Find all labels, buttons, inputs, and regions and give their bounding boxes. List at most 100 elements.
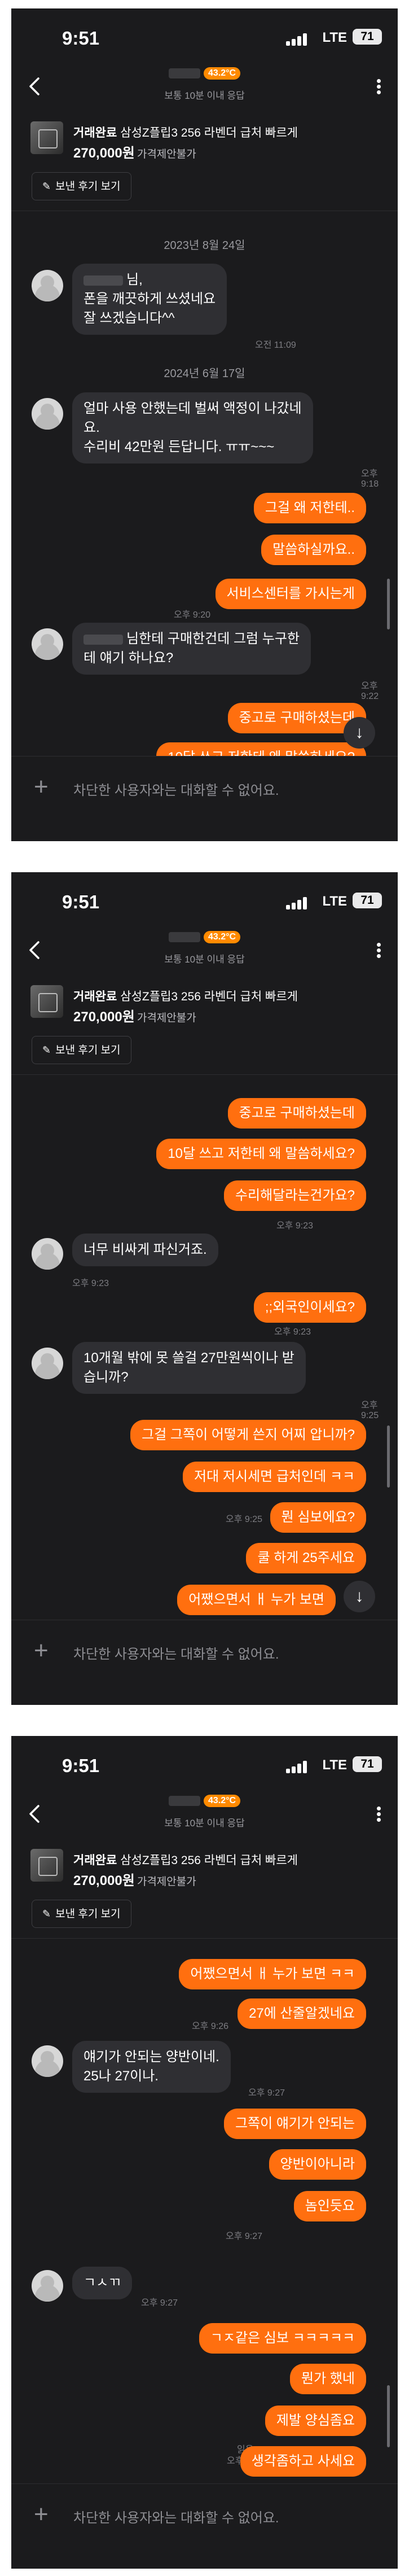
battery-icon: 71 (353, 29, 382, 45)
avatar[interactable] (32, 2270, 63, 2302)
date-divider: 2023년 8월 24일 (164, 239, 245, 252)
signal-icon (286, 33, 309, 46)
message-time: 오후 9:27 (141, 2298, 178, 2308)
scrollbar[interactable] (387, 1425, 390, 1488)
outgoing-message: 27에 산줄알겠네요 (238, 1998, 366, 2029)
outgoing-message: 중고로 구매하셨는데 (227, 1098, 366, 1129)
peer-name[interactable]: 43.2°C (11, 67, 398, 80)
incoming-message: 너무 비싸게 파신거죠. (72, 1234, 218, 1266)
view-review-button[interactable]: ✎ 보낸 후기 보기 (32, 1036, 131, 1064)
plus-icon[interactable]: + (34, 775, 49, 799)
signal-icon (286, 1761, 309, 1773)
outgoing-message: 그걸 그쪽이 어떻게 쓴지 어찌 압니까? (130, 1420, 366, 1450)
incoming-message: 님, 폰을 깨끗하게 쓰셨네요 잘 쓰겠습니다^^ (72, 264, 227, 335)
scroll-down-button[interactable]: ↓ (344, 1581, 375, 1612)
product-title: 삼성Z플립3 256 라벤더 급처 빠르게 (120, 1854, 298, 1867)
outgoing-message: 어쨌으면서 ㅐ 누가 보면 (177, 1585, 336, 1615)
message-time: 오후 9:25 (361, 1401, 379, 1420)
signal-icon (286, 897, 309, 909)
network-type: LTE (322, 1757, 347, 1773)
avatar[interactable] (32, 1238, 63, 1270)
outgoing-message: 그쪽이 얘기가 안되는 (223, 2109, 366, 2139)
peer-name[interactable]: 43.2°C (11, 931, 398, 943)
network-type: LTE (322, 894, 347, 909)
network-type: LTE (322, 30, 347, 45)
trade-status: 거래완료 (73, 126, 117, 139)
incoming-message: ㄱㅅㄲ (72, 2267, 133, 2299)
arrow-down-icon: ↓ (355, 723, 364, 742)
view-review-button[interactable]: ✎ 보낸 후기 보기 (32, 1900, 131, 1928)
clock: 9:51 (62, 28, 100, 49)
product-card[interactable]: 거래완료 삼성Z플립3 256 라벤더 급처 빠르게 270,000원 가격제안불가 (11, 1847, 398, 1893)
incoming-message: 님한테 구매한건데 그럼 누구한 테 얘기 하나요? (72, 623, 311, 675)
response-time: 보통 10분 이내 응답 (164, 1818, 245, 1829)
response-time: 보통 10분 이내 응답 (164, 90, 245, 101)
chat-screen-2: 중고로 구매하셨는데 10달 쓰고 저한테 왜 말씀하세요? 수리해달라는건가요… (11, 872, 398, 1705)
trade-status: 거래완료 (73, 990, 117, 1003)
manner-temperature-badge: 43.2°C (203, 1795, 241, 1807)
outgoing-message: 뭔 심보에요? (270, 1502, 366, 1533)
composer: + 차단한 사용자와는 대화할 수 없어요. (11, 1620, 398, 1705)
avatar[interactable] (32, 398, 63, 430)
message-time: 오후 9:25 (226, 1515, 263, 1524)
date-divider: 2024년 6월 17일 (164, 368, 245, 380)
avatar[interactable] (32, 270, 63, 301)
outgoing-message: 그걸 왜 저한테.. (253, 493, 366, 523)
view-review-button[interactable]: ✎ 보낸 후기 보기 (32, 172, 131, 200)
more-menu-button[interactable] (375, 77, 382, 100)
avatar[interactable] (32, 2045, 63, 2077)
trade-status: 거래완료 (73, 1854, 117, 1867)
chat-header: 43.2°C 보통 10분 이내 응답 (11, 65, 398, 121)
outgoing-message: 양반이아니라 (269, 2149, 366, 2180)
product-title: 삼성Z플립3 256 라벤더 급처 빠르게 (120, 990, 298, 1003)
chat-screen-1: 2023년 8월 24일 님, 폰을 깨끗하게 쓰셨네요 잘 쓰겠습니다^^ 오… (11, 8, 398, 841)
message-time: 오후 9:26 (192, 2022, 229, 2031)
battery-icon: 71 (353, 1756, 382, 1772)
avatar[interactable] (32, 1348, 63, 1379)
incoming-message: 얼마 사용 안했는데 벌써 액정이 나갔네 요. 수리비 42만원 든답니다. … (72, 392, 313, 463)
outgoing-message: 생각좀하고 사세요 (240, 2446, 366, 2477)
outgoing-message: ;;외국인이세요? (253, 1292, 366, 1323)
product-card[interactable]: 거래완료 삼성Z플립3 256 라벤더 급처 빠르게 270,000원 가격제안불가 (11, 983, 398, 1029)
price-note: 가격제안불가 (137, 1012, 196, 1024)
clock: 9:51 (62, 1755, 100, 1776)
scrollbar[interactable] (387, 2385, 390, 2447)
peer-name[interactable]: 43.2°C (11, 1795, 398, 1807)
plus-icon[interactable]: + (34, 2502, 49, 2527)
scrollbar[interactable] (387, 579, 390, 629)
message-input[interactable]: 차단한 사용자와는 대화할 수 없어요. (73, 2507, 279, 2526)
message-input[interactable]: 차단한 사용자와는 대화할 수 없어요. (73, 779, 279, 799)
outgoing-message: 뭔가 했네 (290, 2364, 366, 2394)
outgoing-message: 놈인듯요 (293, 2191, 366, 2221)
message-time: 오후 9:27 (248, 2088, 285, 2098)
composer: + 차단한 사용자와는 대화할 수 없어요. (11, 756, 398, 841)
outgoing-message: 수리해달라는건가요? (223, 1180, 366, 1211)
redacted-name (83, 275, 123, 286)
message-input[interactable]: 차단한 사용자와는 대화할 수 없어요. (73, 1643, 279, 1663)
battery-icon: 71 (353, 893, 382, 908)
product-card[interactable]: 거래완료 삼성Z플립3 256 라벤더 급처 빠르게 270,000원 가격제안불가 (11, 119, 398, 165)
composer: + 차단한 사용자와는 대화할 수 없어요. (11, 2483, 398, 2569)
outgoing-message: 10달 쓰고 저한테 왜 말씀하세요? (156, 1139, 366, 1169)
avatar[interactable] (32, 628, 63, 660)
price-note: 가격제안불가 (137, 1876, 196, 1888)
incoming-message: 10개월 밖에 못 쓸걸 27만원씩이나 받 습니까? (72, 1342, 306, 1394)
message-time: 오후 9:18 (361, 469, 379, 489)
product-thumbnail[interactable] (30, 985, 63, 1018)
price-note: 가격제안불가 (137, 148, 196, 160)
message-time: 오후 9:23 (274, 1327, 311, 1337)
outgoing-message: 서비스센터를 가시는게 (215, 579, 366, 609)
arrow-down-icon: ↓ (355, 1587, 364, 1606)
plus-icon[interactable]: + (34, 1638, 49, 1663)
redacted-name (83, 634, 123, 645)
more-menu-button[interactable] (375, 1805, 382, 1827)
product-thumbnail[interactable] (30, 1849, 63, 1882)
product-thumbnail[interactable] (30, 121, 63, 154)
pencil-icon: ✎ (42, 1908, 51, 1919)
scroll-down-button[interactable]: ↓ (344, 717, 375, 749)
product-price: 270,000원 (73, 1009, 135, 1025)
more-menu-button[interactable] (375, 941, 382, 964)
chat-screen-3: 어쨌으면서 ㅐ 누가 보면 ㅋㅋ 오후 9:26 27에 산줄알겠네요 얘기가 … (11, 1736, 398, 2569)
message-time: 오전 11:09 (255, 340, 296, 350)
redacted-username (168, 932, 200, 942)
